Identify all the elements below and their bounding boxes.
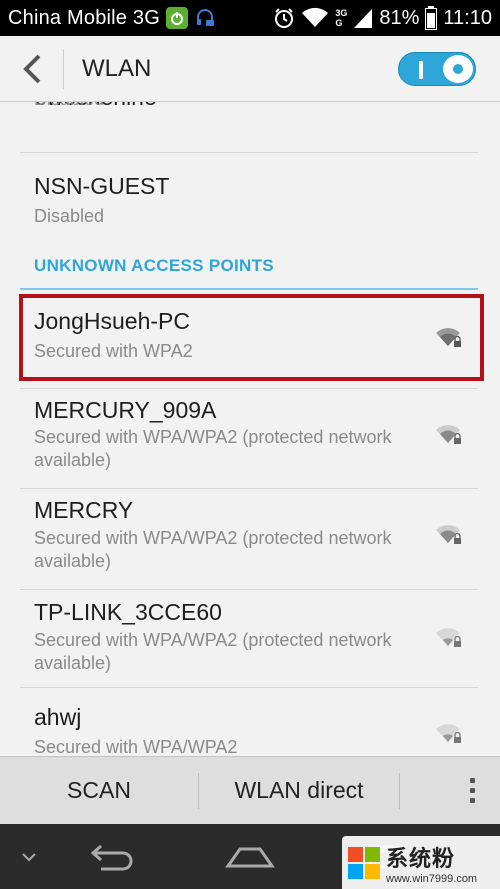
divider bbox=[399, 772, 400, 809]
network-status: Secured with WPA/WPA2 (protected network… bbox=[34, 427, 392, 470]
wifi-lock-medium-icon bbox=[436, 425, 461, 444]
hide-nav-button[interactable] bbox=[14, 824, 44, 889]
toggle-knob bbox=[443, 55, 473, 83]
network-name: NSN-GUEST bbox=[34, 173, 170, 199]
action-bar: WLAN bbox=[0, 36, 500, 102]
windows-logo-icon bbox=[348, 846, 380, 879]
network-name: ahwj bbox=[34, 704, 82, 730]
status-bar: China Mobile 3G 3G G 81% 11:10 bbox=[0, 0, 500, 36]
list-item[interactable]: ahwj Secured with WPA/WPA2 bbox=[20, 688, 478, 756]
network-status: Disabled bbox=[34, 102, 394, 111]
wlan-toggle-switch[interactable] bbox=[398, 52, 476, 86]
list-item[interactable]: MERCRY Secured with WPA/WPA2 (protected … bbox=[20, 489, 478, 589]
bottom-action-bar: SCAN WLAN direct bbox=[0, 756, 500, 824]
network-status: Secured with WPA/WPA2 (protected network… bbox=[34, 630, 392, 673]
network-status: Secured with WPA/WPA2 bbox=[34, 737, 238, 756]
watermark-title: 系统粉 bbox=[386, 846, 456, 872]
network-name: MERCRY bbox=[34, 497, 134, 523]
home-icon bbox=[225, 847, 275, 867]
signal-strength-icon bbox=[354, 9, 373, 28]
recycle-app-icon bbox=[165, 7, 188, 29]
watermark-url: www.win7999.com bbox=[386, 872, 478, 885]
chevron-down-icon bbox=[22, 852, 36, 861]
more-dot-icon bbox=[469, 788, 475, 793]
network-status: Secured with WPA/WPA2 (protected network… bbox=[34, 528, 392, 571]
list-item[interactable]: NSN-GUEST Disabled bbox=[20, 153, 478, 233]
network-type-indicator: 3G G bbox=[335, 8, 348, 28]
chevron-left-icon bbox=[22, 54, 40, 83]
headset-chat-icon bbox=[194, 7, 216, 29]
wifi-status-icon bbox=[302, 7, 329, 27]
carrier-name: China Mobile 3G bbox=[8, 6, 160, 29]
section-divider bbox=[20, 288, 478, 290]
wlan-network-list: bwoshenine Disabled NSN-GUEST Disabled U… bbox=[0, 102, 500, 756]
battery-percent: 81% bbox=[379, 6, 420, 29]
list-item[interactable]: MERCURY_909A Secured with WPA/WPA2 (prot… bbox=[20, 389, 478, 488]
wifi-lock-weak-icon bbox=[436, 628, 461, 647]
clock-time: 11:10 bbox=[443, 6, 492, 29]
scan-button[interactable]: SCAN bbox=[0, 757, 198, 825]
wlan-direct-button[interactable]: WLAN direct bbox=[199, 757, 399, 825]
more-dot-icon bbox=[469, 798, 475, 803]
page-title: WLAN bbox=[82, 54, 152, 82]
overflow-menu-button[interactable] bbox=[444, 757, 500, 825]
highlight-box bbox=[19, 294, 484, 381]
battery-icon bbox=[425, 6, 438, 30]
wifi-lock-medium-icon bbox=[436, 525, 461, 544]
network-name: TP-LINK_3CCE60 bbox=[34, 599, 222, 625]
back-arrow-icon bbox=[90, 844, 133, 870]
network-status: Disabled bbox=[34, 206, 105, 226]
section-header-unknown-access-points: UNKNOWN ACCESS POINTS bbox=[34, 256, 274, 275]
alarm-clock-icon bbox=[275, 8, 294, 28]
list-item[interactable]: TP-LINK_3CCE60 Secured with WPA/WPA2 (pr… bbox=[20, 590, 478, 686]
nav-home-button[interactable] bbox=[220, 824, 280, 889]
toggle-on-mark bbox=[419, 61, 423, 79]
nav-back-button[interactable] bbox=[80, 824, 140, 889]
site-watermark: 系统粉 www.win7999.com bbox=[342, 836, 500, 889]
more-dot-icon bbox=[469, 778, 475, 783]
back-button[interactable] bbox=[0, 48, 64, 89]
wifi-lock-weak-icon bbox=[436, 724, 461, 743]
list-item[interactable]: bwoshenine Disabled bbox=[20, 102, 478, 152]
network-name: MERCURY_909A bbox=[34, 397, 217, 423]
